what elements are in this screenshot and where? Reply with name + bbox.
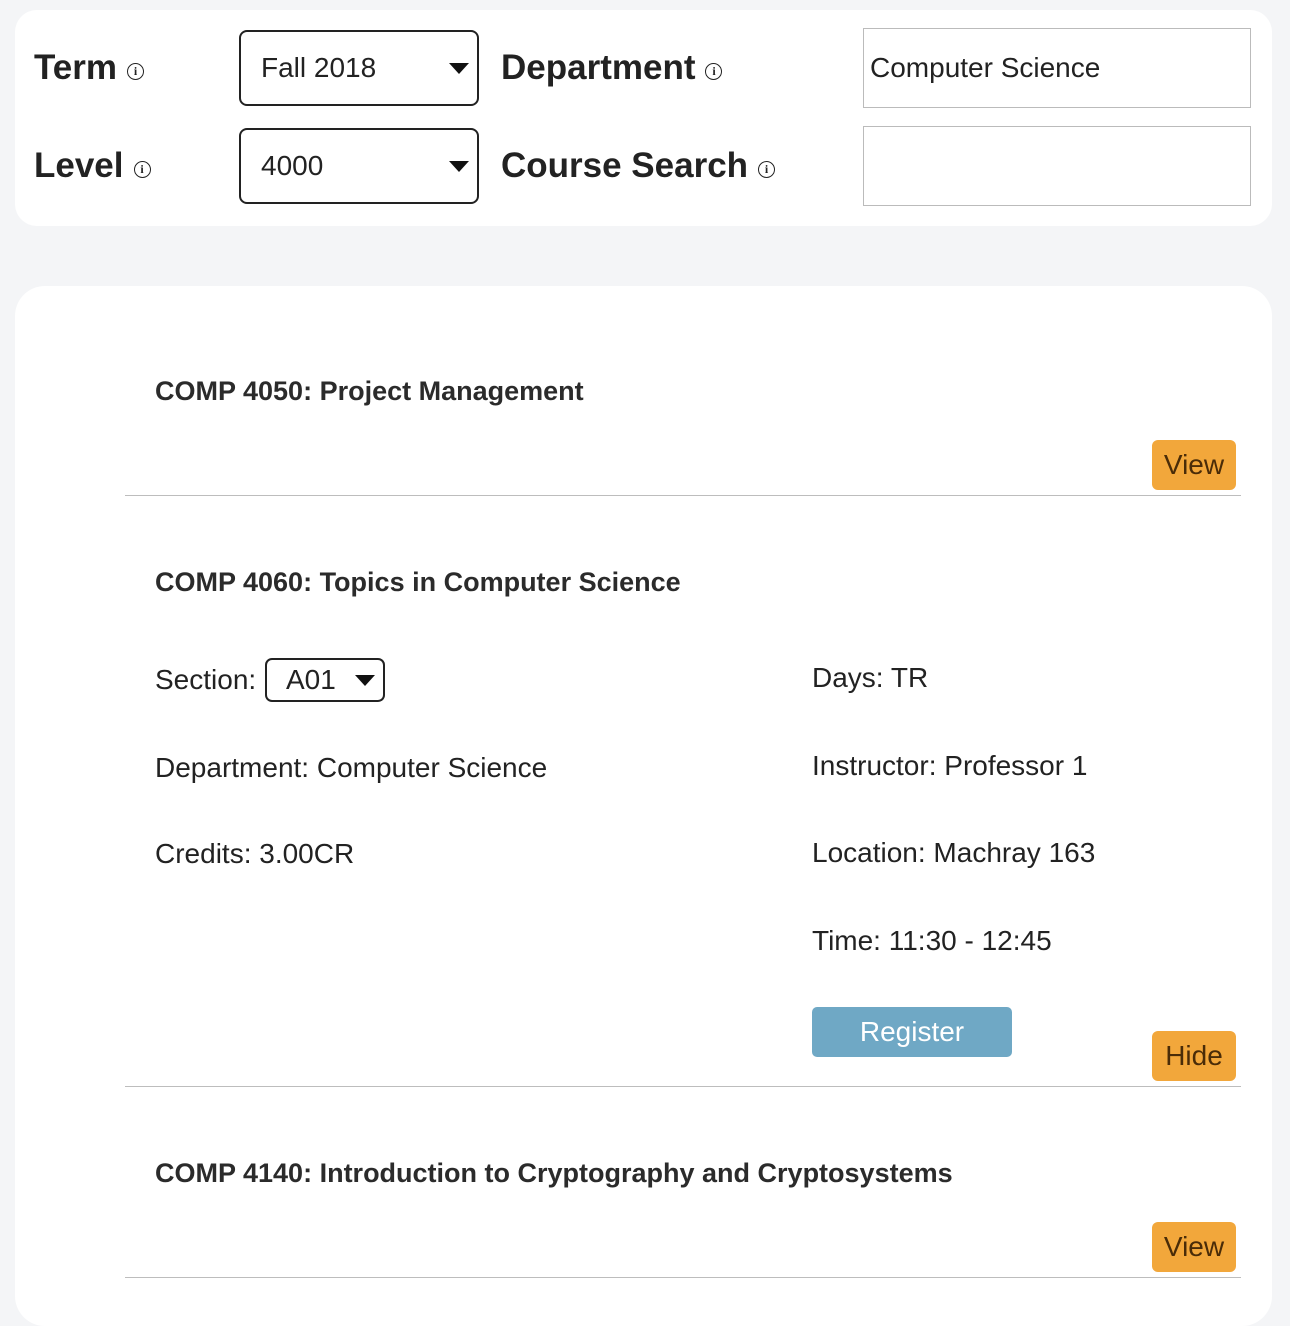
level-label: Level i xyxy=(34,146,151,186)
section-select-value: A01 xyxy=(286,664,336,695)
view-button[interactable]: View xyxy=(1152,1222,1236,1272)
course-title: COMP 4050: Project Management xyxy=(155,376,584,406)
section-select[interactable]: A01 xyxy=(265,658,385,702)
course-title: COMP 4060: Topics in Computer Science xyxy=(155,567,681,597)
course-search-label: Course Search i xyxy=(501,146,776,186)
level-label-text: Level xyxy=(34,146,124,185)
info-icon[interactable]: i xyxy=(133,160,151,178)
term-select-value: Fall 2018 xyxy=(261,52,377,83)
term-select[interactable]: Fall 2018 xyxy=(239,30,479,106)
view-button[interactable]: View xyxy=(1152,440,1236,490)
dropdown-caret-icon xyxy=(449,63,469,74)
course-divider xyxy=(125,1086,1241,1087)
level-select[interactable]: 4000 xyxy=(239,128,479,204)
course-search-input[interactable] xyxy=(863,126,1251,206)
section-label: Section: xyxy=(155,664,257,695)
course-title: COMP 4140: Introduction to Cryptography … xyxy=(155,1158,953,1188)
course-days: Days: TR xyxy=(812,662,929,693)
course-credits: Credits: 3.00CR xyxy=(155,838,355,869)
course-instructor: Instructor: Professor 1 xyxy=(812,750,1088,781)
term-label-text: Term xyxy=(34,48,117,87)
department-input-value: Computer Science xyxy=(870,52,1101,83)
hide-button[interactable]: Hide xyxy=(1152,1031,1236,1081)
course-divider xyxy=(125,1277,1241,1278)
course-results-panel: COMP 4050: Project Management View COMP … xyxy=(15,286,1272,1326)
department-input[interactable]: Computer Science xyxy=(863,28,1251,108)
info-icon[interactable]: i xyxy=(705,62,723,80)
course-department: Department: Computer Science xyxy=(155,752,548,783)
term-label: Term i xyxy=(34,48,144,88)
department-label: Department i xyxy=(501,48,723,88)
filter-panel: Term i Fall 2018 Department i Computer S… xyxy=(15,10,1272,226)
info-icon[interactable]: i xyxy=(758,160,776,178)
department-label-text: Department xyxy=(501,48,696,87)
dropdown-caret-icon xyxy=(355,675,375,686)
dropdown-caret-icon xyxy=(449,161,469,172)
course-time: Time: 11:30 - 12:45 xyxy=(812,925,1052,956)
info-icon[interactable]: i xyxy=(127,62,144,80)
course-location: Location: Machray 163 xyxy=(812,837,1096,868)
level-select-value: 4000 xyxy=(261,150,324,181)
course-search-label-text: Course Search xyxy=(501,146,749,185)
register-button[interactable]: Register xyxy=(812,1007,1012,1057)
course-divider xyxy=(125,495,1241,496)
